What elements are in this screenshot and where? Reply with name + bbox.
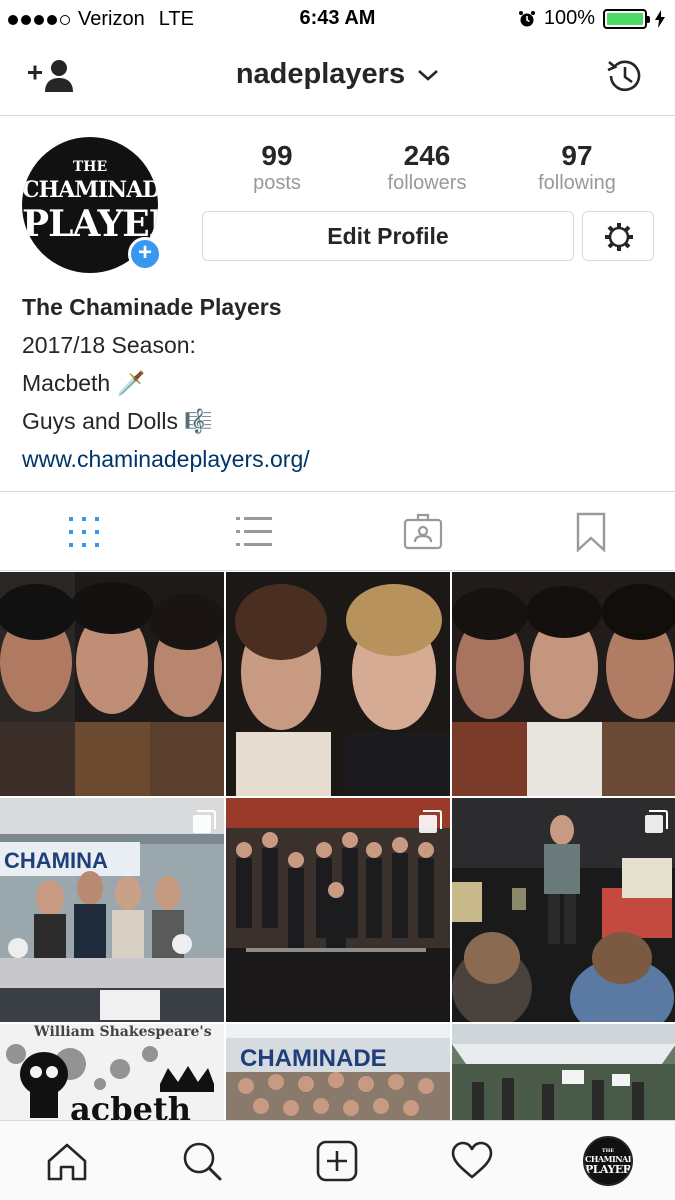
poster-subtitle: William Shakespeare's [33,1024,212,1040]
post-tile[interactable] [452,798,675,1022]
stat-posts-label: posts [253,172,301,194]
booth-banner-text: CHAMINADE [240,1045,387,1072]
gear-icon [605,223,633,251]
post-tile[interactable] [452,1024,675,1120]
post-image [0,572,224,796]
booth-sign-text: CHAMINA [4,848,108,873]
multiple-photos-icon [645,810,668,833]
post-image [226,572,450,796]
bio-line: Macbeth 🗡️ [22,370,146,396]
post-tile[interactable]: William Shakespeare's acbeth [0,1024,224,1120]
post-tile[interactable] [226,798,450,1022]
multiple-photos-icon [193,810,216,833]
heart-icon[interactable] [450,1139,494,1183]
grid-icon[interactable] [64,512,104,552]
post-image [452,798,675,1022]
avatar-text-line: THE [72,159,108,175]
profile-avatar-icon[interactable]: THE CHAMINADE PLAYERS [583,1136,633,1186]
status-right: 100% [518,7,665,30]
edit-profile-button[interactable]: Edit Profile [202,211,574,261]
post-tile[interactable]: CHAMINA [0,798,224,1022]
alarm-icon [518,10,535,26]
list-icon[interactable] [234,512,274,552]
post-tile[interactable] [0,572,224,796]
username-switcher[interactable]: nadeplayers [0,58,675,91]
post-image [226,798,450,1022]
tagged-icon[interactable] [403,512,443,552]
settings-button[interactable] [582,211,654,261]
stat-followers-label: followers [387,172,467,194]
profile-header-bar: nadeplayers [0,38,675,116]
home-icon[interactable] [45,1139,89,1183]
profile-name: The Chaminade Players [22,294,282,320]
saved-icon[interactable] [571,512,611,552]
post-tile[interactable] [226,572,450,796]
poster-title: acbeth [70,1090,191,1120]
stat-following-count: 97 [561,140,593,171]
post-image: CHAMINA [0,798,224,1022]
status-bar: Verizon LTE 6:43 AM 100% [0,0,675,38]
post-image [452,572,675,796]
battery-percent: 100% [543,7,595,29]
add-story-badge[interactable]: + [128,237,162,271]
username-title: nadeplayers [235,58,406,90]
bottom-tab-bar: THE CHAMINADE PLAYERS [0,1120,675,1200]
stat-posts[interactable]: 99 posts [202,140,352,195]
post-tile[interactable] [452,572,675,796]
stat-posts-count: 99 [261,140,293,171]
tab-avatar-text-line: PLAYERS [585,1163,632,1176]
post-image [452,1024,675,1120]
stat-following[interactable]: 97 following [502,140,652,195]
post-image: CHAMINADE [226,1024,450,1120]
bio-line: 2017/18 Season: [22,332,196,358]
chevron-down-icon [418,70,439,82]
bio-line: Guys and Dolls 🎼 [22,408,213,434]
stat-followers[interactable]: 246 followers [352,140,502,195]
profile-bio: The Chaminade Players 2017/18 Season: Ma… [22,288,652,478]
website-link[interactable]: www.chaminadeplayers.org/ [22,440,652,478]
stat-following-label: following [538,172,616,194]
add-post-icon[interactable] [315,1139,359,1183]
post-tile[interactable]: CHAMINADE [226,1024,450,1120]
avatar-text-line: CHAMINADE [22,177,158,203]
post-image: William Shakespeare's acbeth [0,1024,224,1120]
search-icon[interactable] [180,1139,224,1183]
stat-followers-count: 246 [403,140,451,171]
multiple-photos-icon [419,810,442,833]
battery-icon [603,8,650,29]
charging-icon [655,9,665,28]
post-grid: CHAMINA William Shakespeare's acbeth CHA… [0,572,675,1120]
profile-view-tabs [0,491,675,571]
history-icon[interactable] [605,56,645,96]
